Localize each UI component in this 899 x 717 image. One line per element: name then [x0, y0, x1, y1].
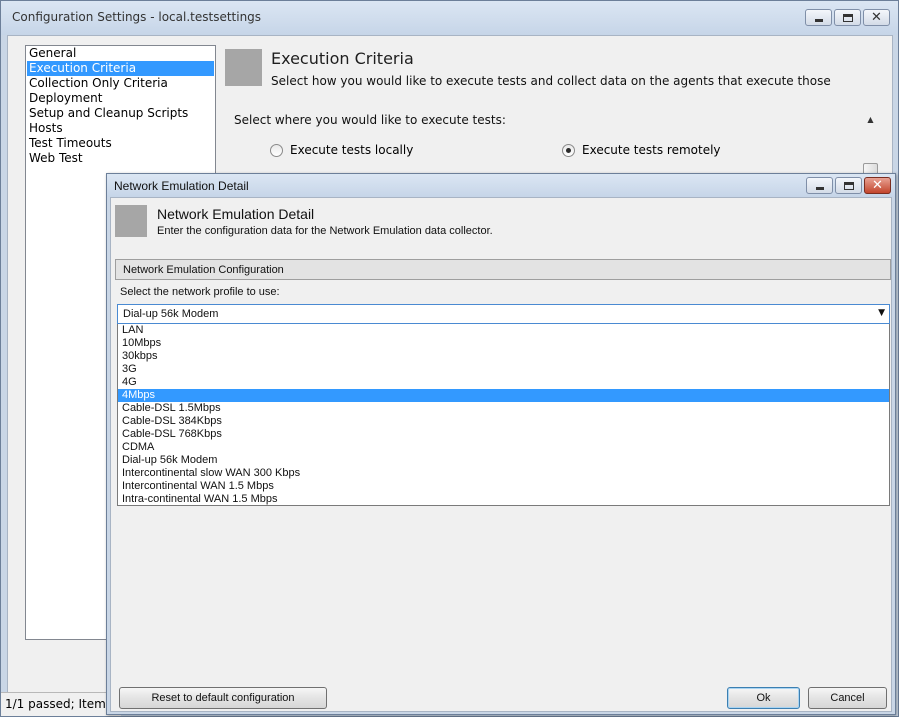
network-profile-option[interactable]: Intra-continental WAN 1.5 Mbps: [118, 493, 889, 506]
execute-remotely-radio[interactable]: [562, 143, 575, 157]
dialog-close-button[interactable]: ✕: [864, 177, 891, 194]
network-profile-option[interactable]: LAN: [118, 324, 889, 337]
execute-locally-label: Execute tests locally: [290, 143, 414, 157]
network-profile-option[interactable]: Cable-DSL 1.5Mbps: [118, 402, 889, 415]
execution-criteria-description: Select how you would like to execute tes…: [271, 74, 831, 88]
network-profile-option[interactable]: CDMA: [118, 441, 889, 454]
network-profile-combobox[interactable]: Dial-up 56k Modem ▼: [117, 304, 890, 324]
nav-item[interactable]: Hosts: [26, 121, 215, 136]
network-profile-dropdown-list[interactable]: LAN 10Mbps 30kbps 3G 4G 4Mbps Cable-DSL 1.5Mbp…: [117, 324, 890, 506]
reset-to-default-button[interactable]: Reset to default configuration: [119, 687, 327, 709]
network-profile-option[interactable]: 10Mbps: [118, 337, 889, 350]
nav-item[interactable]: Setup and Cleanup Scripts: [26, 106, 215, 121]
execute-location-label: Select where you would like to execute t…: [234, 113, 506, 127]
minimize-icon: [816, 187, 824, 190]
chevron-down-icon[interactable]: ▼: [878, 308, 885, 318]
network-profile-option[interactable]: Intercontinental slow WAN 300 Kbps: [118, 467, 889, 480]
execute-locally-option[interactable]: Execute tests locally: [270, 143, 413, 157]
network-profile-option[interactable]: Dial-up 56k Modem: [118, 454, 889, 467]
network-profile-option[interactable]: 30kbps: [118, 350, 889, 363]
nav-item[interactable]: General: [26, 46, 215, 61]
execute-locally-radio[interactable]: [270, 143, 283, 157]
dialog-title: Network Emulation Detail: [114, 179, 249, 193]
network-profile-option[interactable]: Cable-DSL 768Kbps: [118, 428, 889, 441]
status-bar: 1/1 passed; Item(s: [1, 692, 121, 716]
network-emulation-icon: [115, 205, 147, 237]
maximize-icon: [843, 14, 853, 22]
network-profile-option[interactable]: 4G: [118, 376, 889, 389]
window-maximize-button[interactable]: [834, 9, 861, 26]
dialog-caption-buttons: ✕: [804, 177, 891, 194]
cancel-button[interactable]: Cancel: [808, 687, 887, 709]
execution-criteria-title: Execution Criteria: [271, 49, 414, 68]
network-profile-option[interactable]: Cable-DSL 384Kbps: [118, 415, 889, 428]
window-title: Configuration Settings - local.testsetti…: [12, 10, 262, 24]
network-profile-option[interactable]: 3G: [118, 363, 889, 376]
execute-remotely-option[interactable]: Execute tests remotely: [562, 143, 721, 157]
network-emulation-detail-dialog: Network Emulation Detail ✕ Network Emula…: [106, 173, 896, 715]
close-icon: ✕: [871, 10, 882, 25]
execution-criteria-icon: [225, 49, 262, 86]
status-text: 1/1 passed; Item(s: [5, 697, 117, 711]
network-profile-label: Select the network profile to use:: [120, 286, 280, 298]
network-emulation-config-group-header: Network Emulation Configuration: [115, 259, 891, 280]
close-icon: ✕: [872, 178, 883, 193]
nav-item[interactable]: Deployment: [26, 91, 215, 106]
window-titlebar[interactable]: Configuration Settings - local.testsetti…: [1, 1, 898, 35]
dialog-client-area: Network Emulation Detail Enter the confi…: [110, 197, 892, 712]
network-profile-option[interactable]: 4Mbps: [118, 389, 889, 402]
nav-item[interactable]: Test Timeouts: [26, 136, 215, 151]
nav-item[interactable]: Collection Only Criteria: [26, 76, 215, 91]
ok-button[interactable]: Ok: [727, 687, 800, 709]
group-header-label: Network Emulation Configuration: [123, 264, 284, 276]
nav-item[interactable]: Execution Criteria: [27, 61, 214, 76]
window-minimize-button[interactable]: [805, 9, 832, 26]
nav-item[interactable]: Web Test: [26, 151, 215, 166]
window-caption-buttons: ✕: [803, 9, 890, 26]
execution-vertical-scrollbar[interactable]: ▲: [863, 112, 878, 182]
network-profile-selected-value: Dial-up 56k Modem: [123, 308, 219, 320]
network-profile-option[interactable]: Intercontinental WAN 1.5 Mbps: [118, 480, 889, 493]
dialog-titlebar[interactable]: Network Emulation Detail ✕: [107, 174, 895, 197]
maximize-icon: [844, 182, 854, 190]
network-emulation-title: Network Emulation Detail: [157, 206, 315, 222]
scroll-up-arrow-icon[interactable]: ▲: [863, 112, 878, 127]
minimize-icon: [815, 19, 823, 22]
network-emulation-description: Enter the configuration data for the Net…: [157, 225, 493, 237]
dialog-maximize-button[interactable]: [835, 177, 862, 194]
execute-remotely-label: Execute tests remotely: [582, 143, 721, 157]
window-close-button[interactable]: ✕: [863, 9, 890, 26]
dialog-minimize-button[interactable]: [806, 177, 833, 194]
